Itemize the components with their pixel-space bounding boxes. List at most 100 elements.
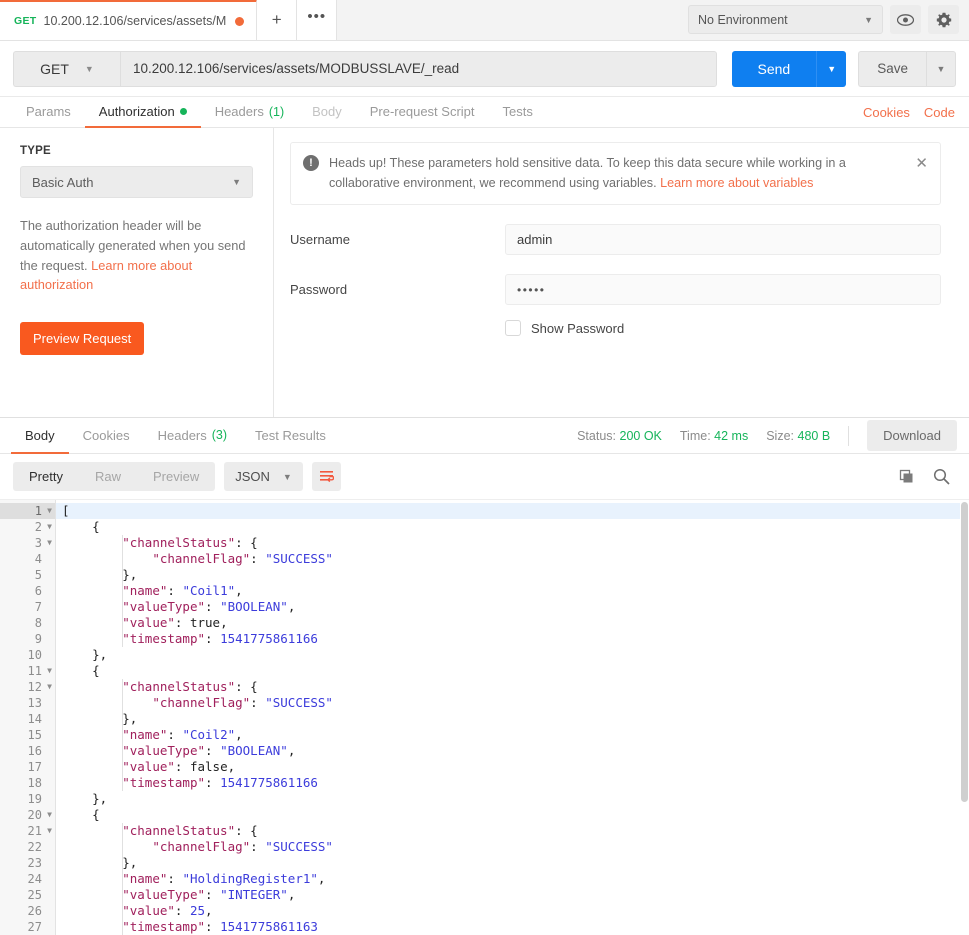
wrap-lines-button[interactable] <box>311 462 341 491</box>
fold-toggle-icon[interactable]: ▼ <box>47 679 52 695</box>
download-button[interactable]: Download <box>867 420 957 451</box>
send-options-button[interactable]: ▼ <box>816 50 847 87</box>
fold-toggle-icon[interactable]: ▼ <box>47 807 52 823</box>
tab-headers-label: Headers <box>214 104 264 119</box>
save-button[interactable]: Save <box>858 50 926 87</box>
fold-toggle-icon[interactable]: ▼ <box>47 823 52 839</box>
copy-button[interactable] <box>899 469 915 485</box>
auth-type-select[interactable]: Basic Auth ▼ <box>20 166 253 198</box>
send-button[interactable]: Send <box>731 50 817 87</box>
fold-toggle-icon[interactable]: ▼ <box>47 663 52 679</box>
show-password-checkbox[interactable] <box>505 320 521 337</box>
username-label: Username <box>290 232 350 248</box>
code-line: "valueType": "BOOLEAN", <box>122 743 296 758</box>
line-number: 14 <box>27 712 42 726</box>
line-number: 24 <box>27 872 42 886</box>
vertical-scrollbar[interactable] <box>960 500 969 935</box>
warning-text-container: Heads up! These parameters hold sensitiv… <box>329 154 897 193</box>
code-content[interactable]: [ { "channelStatus": { "channelFlag": "S… <box>56 500 969 935</box>
tab-options-button[interactable]: ••• <box>297 0 338 40</box>
authorization-set-indicator-icon <box>179 108 187 115</box>
tab-tests[interactable]: Tests <box>489 97 547 128</box>
code-line: "timestamp": 1541775861163 <box>122 919 318 934</box>
code-line: }, <box>122 855 138 870</box>
request-tab-name: 10.200.12.106/services/assets/M <box>43 14 227 28</box>
password-input[interactable]: ••••• <box>505 274 941 306</box>
line-number: 23 <box>27 856 42 870</box>
response-format-selector[interactable]: JSON ▼ <box>224 462 303 491</box>
fold-toggle-icon[interactable]: ▼ <box>47 519 52 535</box>
close-icon[interactable]: ✕ <box>907 154 928 172</box>
environment-selector-label: No Environment <box>698 12 788 27</box>
tab-prerequest-script-label: Pre-request Script <box>369 104 475 119</box>
password-label: Password <box>290 282 348 298</box>
tab-params[interactable]: Params <box>12 97 85 128</box>
fold-toggle-icon[interactable]: ▼ <box>47 535 52 551</box>
code-line: { <box>92 663 100 678</box>
view-mode-preview[interactable]: Preview <box>137 462 215 491</box>
time-label: Time: <box>679 428 711 443</box>
response-tab-headers[interactable]: Headers (3) <box>144 418 241 454</box>
time-value: 42 ms <box>714 428 749 443</box>
tab-authorization[interactable]: Authorization <box>84 97 201 128</box>
code-line: "name": "Coil1", <box>122 583 243 598</box>
view-mode-pretty[interactable]: Pretty <box>13 462 79 491</box>
status-group: Status: 200 OK <box>577 429 662 443</box>
request-tab-active[interactable]: GET 10.200.12.106/services/assets/M <box>0 0 258 40</box>
status-label: Status: <box>577 428 617 443</box>
cookies-link[interactable]: Cookies <box>863 105 910 120</box>
sensitive-data-warning: ! Heads up! These parameters hold sensit… <box>290 142 941 206</box>
response-tab-body[interactable]: Body <box>11 418 69 454</box>
tab-prerequest-script[interactable]: Pre-request Script <box>356 97 489 128</box>
response-tab-test-results-label: Test Results <box>255 427 326 443</box>
request-tab-bar: GET 10.200.12.106/services/assets/M + ••… <box>0 0 969 41</box>
new-tab-button[interactable]: + <box>257 0 298 40</box>
response-body-viewer[interactable]: 1 ▼ 2 ▼ 3 ▼ 4 5 6 7 8 9 10 11 ▼ 12 ▼ 13 14 15 16 17 18 19 20 ▼ 21 ▼… <box>0 499 969 935</box>
response-tab-test-results[interactable]: Test Results <box>241 418 340 454</box>
authorization-pane: TYPE Basic Auth ▼ The authorization head… <box>0 128 969 418</box>
time-group: Time: 42 ms <box>680 429 748 443</box>
authorization-type-panel: TYPE Basic Auth ▼ The authorization head… <box>0 128 274 417</box>
status-value: 200 OK <box>619 428 662 443</box>
code-line: "channelFlag": "SUCCESS" <box>152 695 333 710</box>
http-method-label: GET <box>40 60 69 77</box>
line-number: 27 <box>27 920 42 934</box>
auth-type-label: TYPE <box>20 145 51 157</box>
tab-body[interactable]: Body <box>298 97 356 128</box>
code-line: "name": "HoldingRegister1", <box>122 871 326 886</box>
environment-selector[interactable]: No Environment ▼ <box>688 5 883 34</box>
tab-body-label: Body <box>312 104 342 119</box>
divider <box>848 425 850 446</box>
code-line: { <box>92 519 100 534</box>
warning-learn-more-link[interactable]: Learn more about variables <box>660 176 813 190</box>
save-button-group: Save ▼ <box>858 50 956 87</box>
line-number: 25 <box>27 888 42 902</box>
settings-button[interactable] <box>928 5 959 34</box>
preview-request-button[interactable]: Preview Request <box>20 322 145 356</box>
copy-icon <box>899 469 913 482</box>
response-tab-cookies[interactable]: Cookies <box>69 418 144 454</box>
username-input[interactable]: admin <box>505 224 941 256</box>
url-input[interactable]: 10.200.12.106/services/assets/MODBUSSLAV… <box>120 50 717 87</box>
code-line: "valueType": "BOOLEAN", <box>122 599 296 614</box>
response-section-tabs: Body Cookies Headers (3) Test Results St… <box>0 418 969 454</box>
wrap-lines-icon <box>319 471 334 483</box>
line-number: 13 <box>27 696 42 710</box>
line-number: 6 <box>34 584 42 598</box>
tab-headers[interactable]: Headers (1) <box>201 97 298 128</box>
scrollbar-thumb[interactable] <box>961 502 968 802</box>
line-number: 9 <box>34 632 42 646</box>
view-mode-raw[interactable]: Raw <box>79 462 137 491</box>
line-number: 17 <box>27 760 42 774</box>
response-toolbar-actions <box>899 468 956 485</box>
fold-toggle-icon[interactable]: ▼ <box>47 503 52 519</box>
environment-quick-look-button[interactable] <box>890 5 921 34</box>
save-options-button[interactable]: ▼ <box>926 50 956 87</box>
code-link[interactable]: Code <box>924 105 955 120</box>
send-button-group: Send ▼ <box>731 50 847 87</box>
http-method-selector[interactable]: GET ▼ <box>13 50 120 87</box>
code-line: "channelStatus": { <box>122 679 258 694</box>
environment-controls: No Environment ▼ <box>688 0 969 40</box>
search-button[interactable] <box>933 468 950 485</box>
code-line: "channelStatus": { <box>122 823 258 838</box>
